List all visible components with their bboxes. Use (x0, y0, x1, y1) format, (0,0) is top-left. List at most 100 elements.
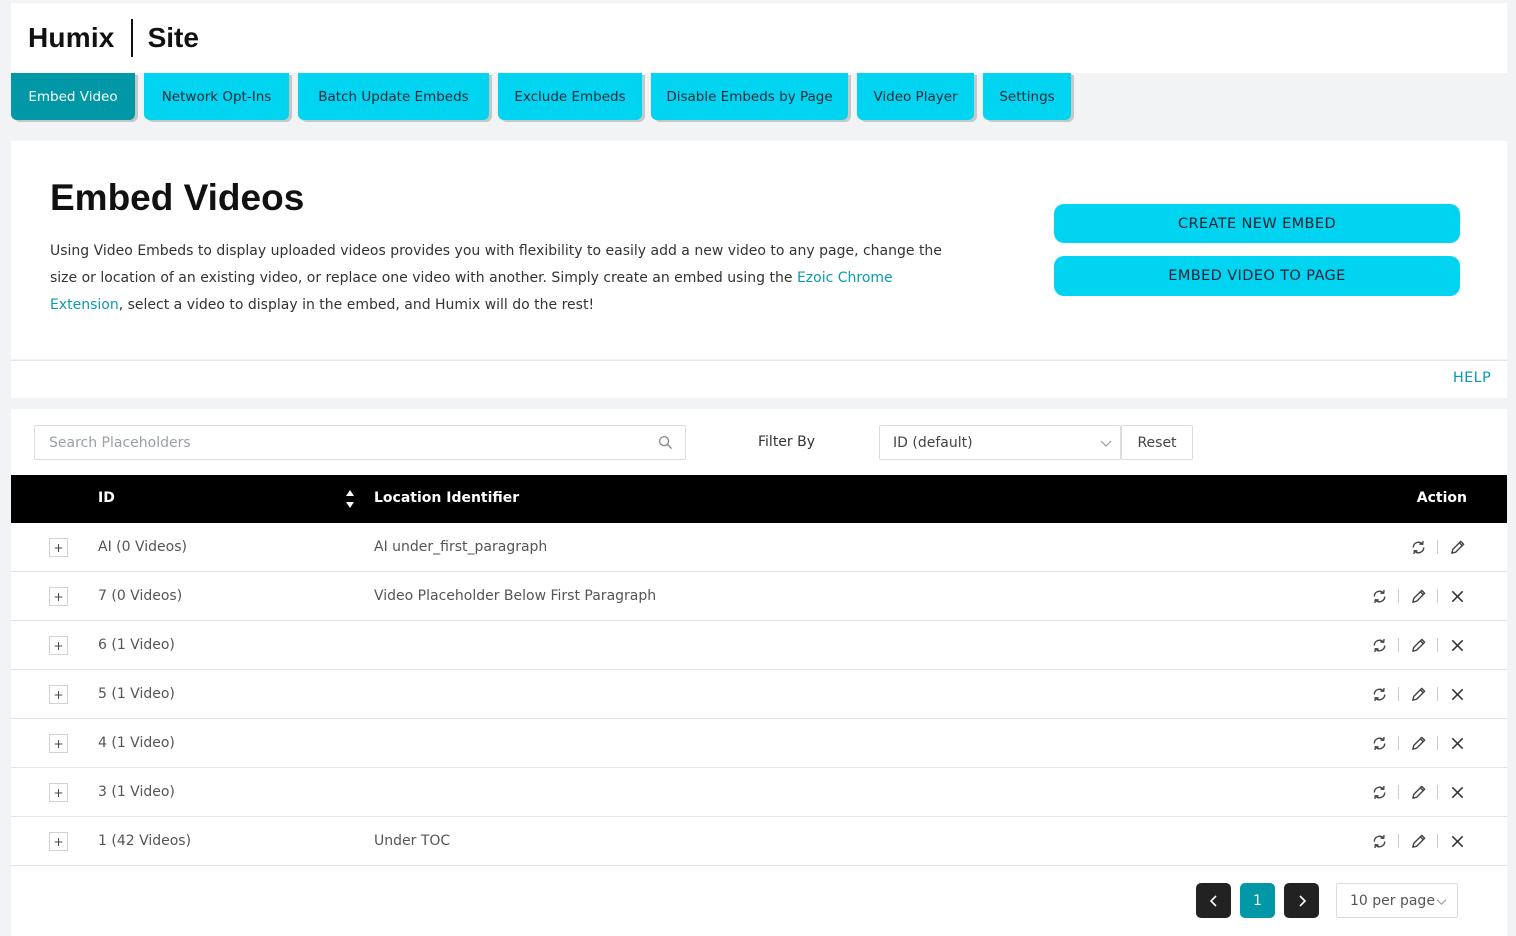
table-row: +4 (1 Video) (11, 719, 1507, 768)
tab-embed-video[interactable]: Embed Video (11, 73, 135, 120)
tab-bar: Embed Video Network Opt-Ins Batch Update… (11, 73, 1080, 120)
expand-row-button[interactable]: + (49, 538, 68, 557)
sync-icon[interactable] (1369, 684, 1389, 704)
app-header: Humix Site (11, 3, 1507, 73)
pencil-icon[interactable] (1408, 684, 1428, 704)
table-row: +6 (1 Video) (11, 621, 1507, 670)
create-new-embed-button[interactable]: CREATE NEW EMBED (1054, 204, 1460, 243)
action-divider (1437, 638, 1438, 652)
sync-icon[interactable] (1369, 586, 1389, 606)
row-location: Under TOC (374, 833, 451, 849)
row-id: 5 (1 Video) (98, 686, 175, 702)
tab-batch-update-embeds[interactable]: Batch Update Embeds (298, 73, 489, 120)
close-icon[interactable] (1447, 831, 1467, 851)
column-header-location: Location Identifier (374, 490, 520, 506)
action-divider (1398, 834, 1399, 848)
tab-video-player[interactable]: Video Player (857, 73, 974, 120)
help-link[interactable]: HELP (1453, 370, 1491, 386)
row-location: Video Placeholder Below First Paragraph (374, 588, 657, 604)
row-actions (1369, 733, 1467, 753)
next-page-button[interactable] (1284, 883, 1319, 918)
row-actions (1408, 537, 1467, 557)
row-actions (1369, 586, 1467, 606)
close-icon[interactable] (1447, 733, 1467, 753)
row-actions (1369, 635, 1467, 655)
filter-select[interactable]: ID (default) (879, 425, 1121, 460)
pencil-icon[interactable] (1447, 537, 1467, 557)
expand-row-button[interactable]: + (49, 587, 68, 606)
expand-row-button[interactable]: + (49, 734, 68, 753)
sync-icon[interactable] (1369, 831, 1389, 851)
close-icon[interactable] (1447, 782, 1467, 802)
search-box (34, 425, 686, 460)
prev-page-button[interactable] (1196, 883, 1231, 918)
tab-exclude-embeds[interactable]: Exclude Embeds (498, 73, 642, 120)
pencil-icon[interactable] (1408, 831, 1428, 851)
row-id: AI (0 Videos) (98, 539, 187, 555)
action-divider (1437, 785, 1438, 799)
filter-select-value: ID (default) (893, 434, 973, 451)
row-actions (1369, 782, 1467, 802)
action-divider (1437, 834, 1438, 848)
chevron-left-icon (1209, 894, 1217, 907)
reset-button[interactable]: Reset (1121, 425, 1193, 460)
action-divider (1398, 785, 1399, 799)
pencil-icon[interactable] (1408, 782, 1428, 802)
action-divider (1398, 736, 1399, 750)
row-location: AI under_first_paragraph (374, 539, 548, 555)
row-actions (1369, 831, 1467, 851)
row-id: 7 (0 Videos) (98, 588, 183, 604)
brand-divider (130, 19, 133, 57)
action-divider (1398, 687, 1399, 701)
brand-name[interactable]: Humix (28, 22, 115, 54)
intro-description: Using Video Embeds to display uploaded v… (50, 238, 965, 319)
sync-icon[interactable] (1369, 733, 1389, 753)
chevron-down-icon (1436, 899, 1447, 906)
action-divider (1437, 687, 1438, 701)
search-input[interactable] (35, 426, 635, 459)
placeholders-panel: Filter By ID (default) Reset ID Location… (11, 409, 1507, 936)
sync-icon[interactable] (1369, 782, 1389, 802)
action-divider (1398, 638, 1399, 652)
intro-panel: Embed Videos Using Video Embeds to displ… (11, 141, 1507, 359)
close-icon[interactable] (1447, 635, 1467, 655)
table-row: +1 (42 Videos) Under TOC (11, 817, 1507, 866)
column-header-action: Action (1416, 490, 1467, 506)
page-button-current[interactable]: 1 (1240, 883, 1275, 918)
table-row: +3 (1 Video) (11, 768, 1507, 817)
sync-icon[interactable] (1369, 635, 1389, 655)
help-bar: HELP (11, 360, 1507, 398)
expand-row-button[interactable]: + (49, 636, 68, 655)
sort-icon[interactable] (345, 488, 355, 510)
close-icon[interactable] (1447, 586, 1467, 606)
tab-network-opt-ins[interactable]: Network Opt-Ins (144, 73, 289, 120)
table-row: +5 (1 Video) (11, 670, 1507, 719)
action-divider (1437, 540, 1438, 554)
search-icon[interactable] (658, 435, 673, 450)
expand-row-button[interactable]: + (49, 832, 68, 851)
tab-settings[interactable]: Settings (983, 73, 1071, 120)
embed-video-to-page-button[interactable]: EMBED VIDEO TO PAGE (1054, 256, 1460, 296)
brand-section: Site (147, 22, 199, 53)
close-icon[interactable] (1447, 684, 1467, 704)
row-id: 3 (1 Video) (98, 784, 175, 800)
intro-text-after: , select a video to display in the embed… (118, 297, 595, 313)
tab-disable-embeds-by-page[interactable]: Disable Embeds by Page (651, 73, 848, 120)
row-actions (1369, 684, 1467, 704)
column-header-id: ID (98, 490, 115, 506)
row-id: 1 (42 Videos) (98, 833, 192, 849)
chevron-right-icon (1298, 894, 1306, 907)
table-header: ID Location Identifier Action (11, 475, 1507, 523)
pencil-icon[interactable] (1408, 733, 1428, 753)
action-divider (1437, 736, 1438, 750)
page-title: Embed Videos (50, 177, 305, 218)
action-divider (1398, 589, 1399, 603)
expand-row-button[interactable]: + (49, 783, 68, 802)
sync-icon[interactable] (1408, 537, 1428, 557)
pencil-icon[interactable] (1408, 635, 1428, 655)
pencil-icon[interactable] (1408, 586, 1428, 606)
row-id: 6 (1 Video) (98, 637, 175, 653)
row-id: 4 (1 Video) (98, 735, 175, 751)
per-page-select[interactable]: 10 per page (1336, 883, 1458, 918)
expand-row-button[interactable]: + (49, 685, 68, 704)
